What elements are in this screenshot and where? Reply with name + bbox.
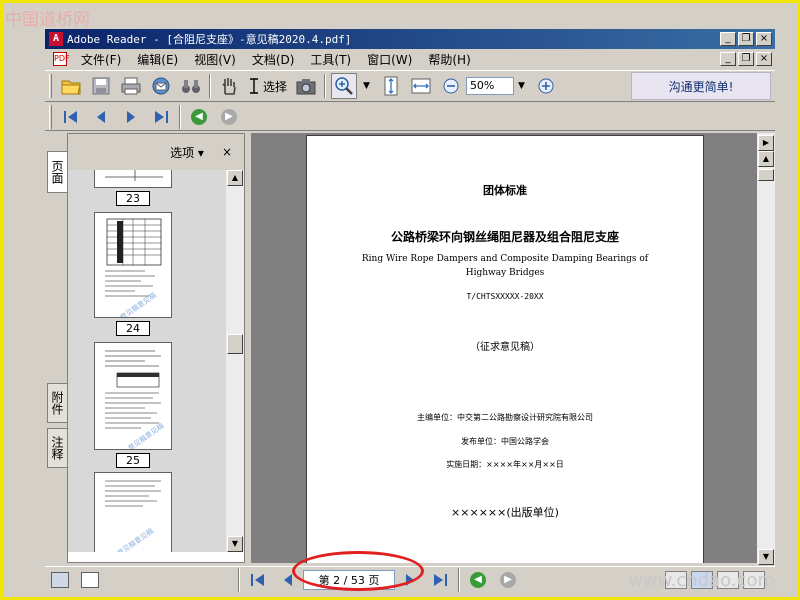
last-page-icon[interactable] (148, 106, 174, 128)
navigation-toolbar: ◀ ▶ (45, 103, 775, 131)
menu-view[interactable]: 视图(V) (186, 51, 244, 68)
close-button[interactable]: × (756, 32, 772, 46)
go-forward-icon[interactable]: ▶ (216, 106, 242, 128)
zoom-tool-dropdown-icon[interactable]: ▼ (363, 81, 370, 91)
svg-text:意见稿意见稿: 意见稿意见稿 (115, 526, 155, 552)
status-last-page-icon[interactable] (427, 569, 453, 591)
toolbar-grip[interactable] (49, 74, 52, 98)
save-icon[interactable] (88, 73, 114, 99)
site-url-watermark: www.cndao.com (628, 570, 775, 591)
publisher-unit: 发布单位：中国公路学会 (461, 437, 549, 446)
panel-header: 选项 ▾ × (68, 134, 244, 170)
menu-edit[interactable]: 编辑(E) (129, 51, 186, 68)
select-tool-label: 选择 (263, 79, 288, 94)
previous-page-icon[interactable] (88, 106, 114, 128)
document-title-cn: 公路桥梁环向钢丝绳阻尼器及组合阻尼支座 (390, 230, 619, 244)
thumbnail-page-26[interactable]: 意见稿意见稿 (94, 472, 172, 552)
menu-document[interactable]: 文档(D) (244, 51, 303, 68)
status-first-page-icon[interactable] (245, 569, 271, 591)
tab-pages[interactable]: 页面 (47, 151, 67, 193)
pdf-document-icon[interactable]: PDF (53, 52, 70, 66)
tab-attachments[interactable]: 附件 (47, 383, 67, 423)
scrollbar-thumb[interactable] (227, 334, 243, 354)
window-title: Adobe Reader - [合阻尼支座》-意见稿2020.4.pdf] (67, 33, 352, 46)
minimize-button[interactable]: _ (720, 32, 736, 46)
status-go-back-icon[interactable]: ◀ (465, 569, 491, 591)
thumbnail-label: 24 (116, 321, 150, 336)
next-page-icon[interactable] (118, 106, 144, 128)
doc-close-button[interactable]: × (756, 52, 772, 66)
thumbnails-panel: 选项 ▾ × 23 意见稿意见稿 24 意见稿意见稿 25 意见稿意见稿 ▲ ▼ (67, 133, 245, 563)
zoom-level-dropdown-icon[interactable]: ▼ (518, 81, 525, 91)
navigation-tabs: 页面 附件 注释 (45, 133, 67, 563)
document-title-en-2: Highway Bridges (465, 268, 545, 278)
fit-width-icon[interactable] (408, 73, 434, 99)
tab-comments[interactable]: 注释 (47, 428, 67, 468)
pdf-page: 团体标准 公路桥梁环向钢丝绳阻尼器及组合阻尼支座 Ring Wire Rope … (306, 135, 704, 563)
screenshot-frame: 中国道桥网 www.cndao.com A Adobe Reader - [合阻… (0, 0, 800, 600)
open-folder-icon[interactable] (58, 73, 84, 99)
thumbnail-label: 23 (116, 191, 150, 206)
thumbnail-scrollbar[interactable]: ▲ ▼ (226, 170, 244, 552)
thumbnail-page-24[interactable]: 意见稿意见稿 24 (94, 212, 172, 336)
select-tool-button[interactable]: 选择 (248, 77, 287, 95)
scroll-down-icon[interactable]: ▼ (227, 536, 243, 552)
search-binoculars-icon[interactable] (178, 73, 204, 99)
standard-code: T/CHTSXXXXX-20XX (466, 292, 544, 301)
thumbnail-label: 25 (116, 453, 150, 468)
standard-type: 团体标准 (483, 184, 527, 197)
fit-page-icon[interactable] (378, 73, 404, 99)
doc-restore-button[interactable]: ❐ (738, 52, 754, 66)
email-icon[interactable] (148, 73, 174, 99)
toolbar-grip[interactable] (49, 104, 52, 129)
main-toolbar: 选择 ▼ 50% ▼ 沟通更简单! (45, 70, 775, 102)
thumbnail-page-23[interactable]: 23 (94, 170, 172, 206)
scroll-down-icon[interactable]: ▼ (758, 549, 774, 565)
menu-bar: PDF 文件(F) 编辑(E) 视图(V) 文档(D) 工具(T) 窗口(W) … (45, 49, 775, 69)
menu-help[interactable]: 帮助(H) (420, 51, 478, 68)
scroll-up-icon[interactable]: ▲ (758, 151, 774, 167)
document-scrollbar[interactable]: ▶ ▲ ▼ (757, 133, 775, 565)
site-watermark: 中国道桥网 (5, 10, 90, 30)
document-view[interactable]: 团体标准 公路桥梁环向钢丝绳阻尼器及组合阻尼支座 Ring Wire Rope … (251, 133, 757, 563)
zoom-level-input[interactable]: 50% (465, 77, 514, 95)
status-go-forward-icon[interactable]: ▶ (495, 569, 521, 591)
scrollbar-thumb[interactable] (758, 169, 774, 181)
zoom-in-tool-icon[interactable] (331, 73, 358, 99)
status-page-icon[interactable] (81, 571, 99, 588)
snapshot-camera-icon[interactable] (293, 73, 319, 99)
draft-note: （征求意见稿） (470, 342, 540, 353)
promo-banner[interactable]: 沟通更简单! (631, 72, 771, 100)
title-bar: A Adobe Reader - [合阻尼支座》-意见稿2020.4.pdf] … (45, 29, 775, 49)
highlight-annotation (292, 551, 424, 591)
thumbnail-page-25[interactable]: 意见稿意见稿 25 (94, 342, 172, 468)
thumbnail-list: 23 意见稿意见稿 24 意见稿意见稿 25 意见稿意见稿 (68, 170, 226, 552)
text-cursor-icon (250, 78, 258, 94)
panel-expand-icon[interactable]: ▶ (758, 135, 774, 151)
print-icon[interactable] (118, 73, 144, 99)
menu-tools[interactable]: 工具(T) (302, 51, 359, 68)
menu-window[interactable]: 窗口(W) (359, 51, 420, 68)
svg-text:意见稿意见稿: 意见稿意见稿 (126, 421, 166, 450)
zoom-out-icon[interactable] (438, 73, 464, 99)
go-back-icon[interactable]: ◀ (186, 106, 212, 128)
options-menu[interactable]: 选项 ▾ (170, 144, 204, 161)
hand-tool-icon[interactable] (216, 73, 242, 99)
first-page-icon[interactable] (58, 106, 84, 128)
zoom-in-icon[interactable] (533, 73, 559, 99)
adobe-reader-icon: A (49, 32, 63, 46)
menu-file[interactable]: 文件(F) (73, 51, 129, 68)
editor-unit: 主编单位：中交第二公路勘察设计研究院有限公司 (417, 413, 593, 422)
implementation-date: 实施日期：××××年××月××日 (446, 460, 564, 469)
panel-close-icon[interactable]: × (222, 145, 232, 159)
restore-button[interactable]: ❐ (738, 32, 754, 46)
publishing-unit: ××××××(出版单位) (451, 506, 559, 519)
doc-minimize-button[interactable]: _ (720, 52, 736, 66)
svg-text:意见稿意见稿: 意见稿意见稿 (118, 290, 158, 318)
scroll-up-icon[interactable]: ▲ (227, 170, 243, 186)
status-monitor-icon[interactable] (51, 571, 69, 588)
document-title-en-1: Ring Wire Rope Dampers and Composite Dam… (361, 254, 649, 264)
